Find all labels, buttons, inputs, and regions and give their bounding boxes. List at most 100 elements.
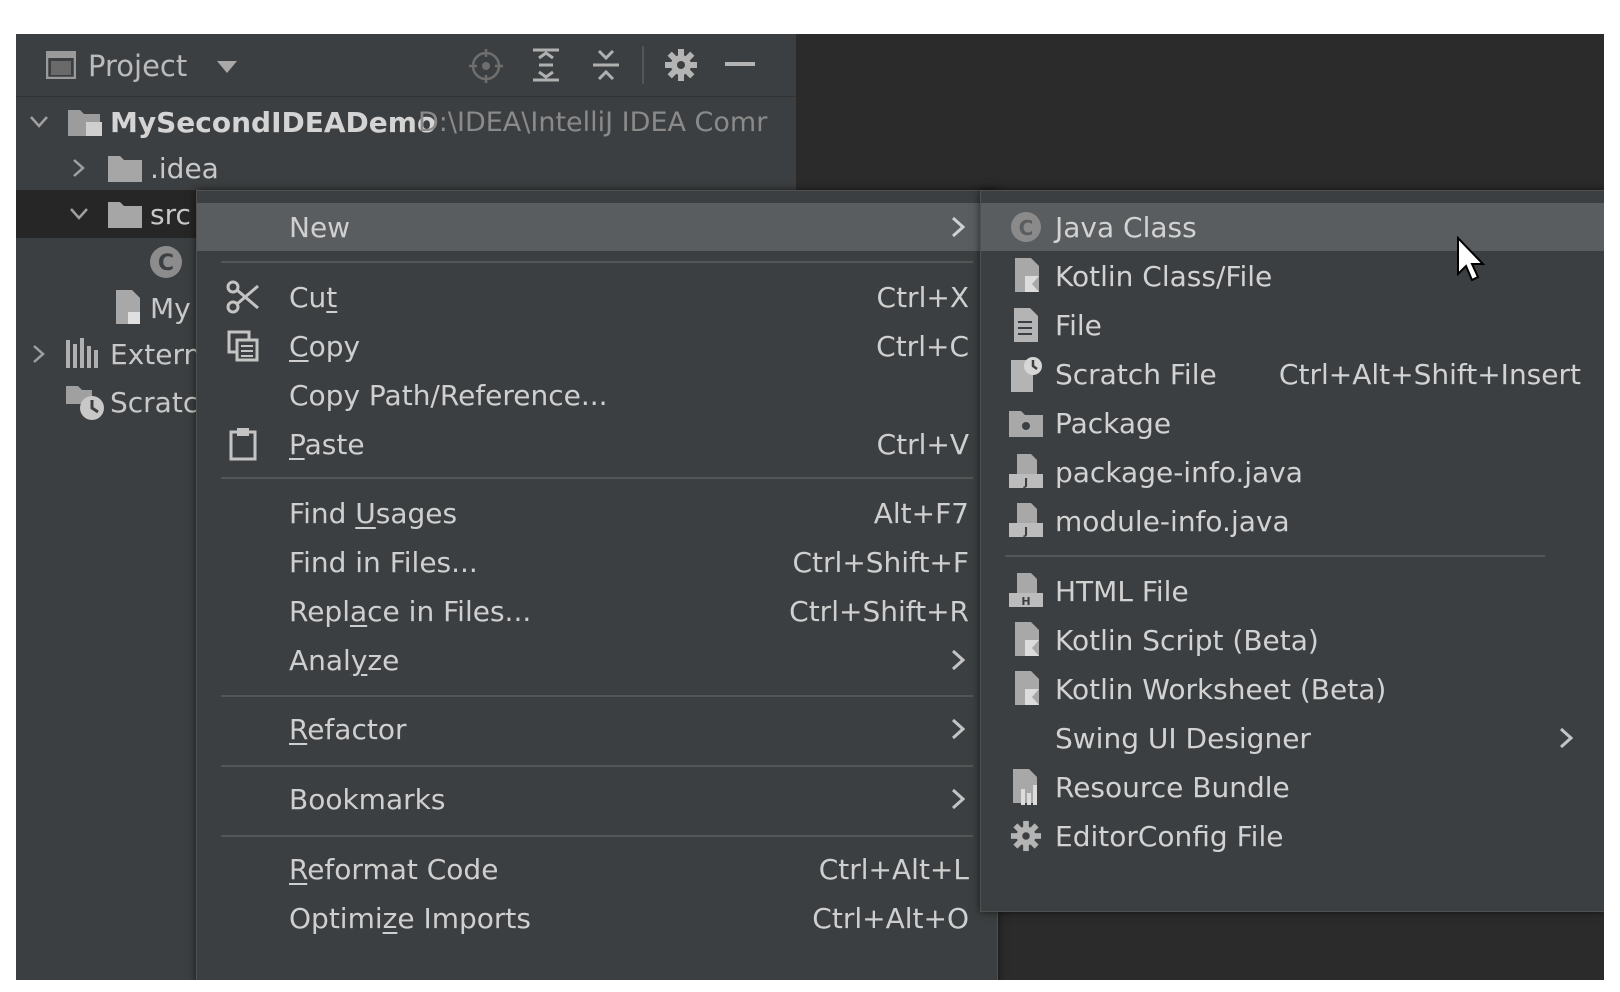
tree-label: My <box>150 291 191 325</box>
menu-shortcut: Ctrl+V <box>876 427 969 461</box>
menu-item-bookmarks[interactable]: Bookmarks <box>197 775 997 823</box>
chevron-right-icon <box>945 214 971 240</box>
collapse-all-icon[interactable] <box>588 46 624 84</box>
scissors-icon <box>225 279 261 315</box>
project-title[interactable]: Project <box>88 46 187 86</box>
menu-item-optimize-imports[interactable]: Optimize Imports Ctrl+Alt+O <box>197 894 997 942</box>
tree-label: src <box>150 197 191 231</box>
menu-item-find-in-files[interactable]: Find in Files... Ctrl+Shift+F <box>197 538 997 586</box>
expand-all-icon[interactable] <box>528 46 564 84</box>
menu-shortcut: Ctrl+Shift+R <box>789 594 969 628</box>
submenu-item-label: EditorConfig File <box>1055 819 1284 853</box>
tree-row-project-root[interactable]: MySecondIDEADemo D:\IDEA\IntelliJ IDEA C… <box>16 98 796 146</box>
minimize-icon[interactable] <box>722 52 758 78</box>
menu-item-label: New <box>289 210 351 244</box>
menu-item-paste[interactable]: Paste Ctrl+V <box>197 420 997 468</box>
chevron-down-icon[interactable] <box>64 199 94 229</box>
menu-item-analyze[interactable]: Analyze <box>197 636 997 684</box>
project-panel-header: Project <box>16 34 796 97</box>
submenu-item-kotlin-script[interactable]: Kotlin Script (Beta) <box>981 616 1604 664</box>
submenu-item-html-file[interactable]: H HTML File <box>981 567 1604 615</box>
submenu-item-package-info[interactable]: J package-info.java <box>981 448 1604 496</box>
submenu-item-scratch-file[interactable]: Scratch File Ctrl+Alt+Shift+Insert <box>981 350 1604 398</box>
tree-label: MySecondIDEADemo <box>110 105 437 139</box>
kotlin-worksheet-icon <box>1007 670 1045 708</box>
menu-separator <box>221 477 973 479</box>
submenu-item-kotlin-class[interactable]: Kotlin Class/File <box>981 252 1604 300</box>
submenu-item-label: Resource Bundle <box>1055 770 1290 804</box>
copy-icon <box>225 328 261 364</box>
tree-label: Extern <box>110 337 202 371</box>
submenu-item-file[interactable]: File <box>981 301 1604 349</box>
menu-item-label: Bookmarks <box>289 782 446 816</box>
submenu-separator <box>1005 555 1545 557</box>
menu-shortcut: Ctrl+Alt+L <box>818 852 969 886</box>
chevron-right-icon <box>945 786 971 812</box>
submenu-item-swing-ui-designer[interactable]: Swing UI Designer <box>981 714 1604 762</box>
submenu-item-resource-bundle[interactable]: Resource Bundle <box>981 763 1604 811</box>
ide-window: Project MySecondIDEADemo D:\IDEA\Intelli… <box>16 34 1604 980</box>
menu-separator <box>221 695 973 697</box>
module-folder-icon <box>68 106 104 145</box>
chevron-down-icon[interactable] <box>212 52 242 82</box>
menu-shortcut: Ctrl+Shift+F <box>792 545 970 579</box>
chevron-right-icon[interactable] <box>24 339 54 369</box>
menu-item-label: Find Usages <box>289 496 458 530</box>
menu-item-label: Copy Path/Reference... <box>289 378 608 412</box>
chevron-right-icon[interactable] <box>64 153 94 183</box>
chevron-right-icon <box>945 647 971 673</box>
submenu-item-label: package-info.java <box>1055 455 1303 489</box>
class-icon: C <box>148 244 184 287</box>
submenu-item-java-class[interactable]: C Java Class <box>981 203 1604 251</box>
folder-icon <box>108 154 142 189</box>
submenu-shortcut: Ctrl+Alt+Shift+Insert <box>1278 357 1581 391</box>
menu-shortcut: Ctrl+X <box>876 280 969 314</box>
java-file-icon: J <box>1007 453 1045 491</box>
menu-separator <box>221 261 973 263</box>
submenu-item-label: Swing UI Designer <box>1055 721 1311 755</box>
menu-item-label: Reformat Code <box>289 852 499 886</box>
context-menu: New Cut Ctrl+X Copy Ctrl+C Copy Path/Ref… <box>196 190 998 980</box>
chevron-right-icon <box>945 716 971 742</box>
project-view-icon[interactable] <box>44 48 78 82</box>
menu-item-label: Analyze <box>289 643 400 677</box>
menu-item-cut[interactable]: Cut Ctrl+X <box>197 273 997 321</box>
tree-row-idea[interactable]: .idea <box>16 144 796 192</box>
submenu-item-editorconfig[interactable]: EditorConfig File <box>981 812 1604 860</box>
chevron-down-icon[interactable] <box>24 107 54 137</box>
submenu-item-label: File <box>1055 308 1102 342</box>
menu-separator <box>221 765 973 767</box>
editorconfig-icon <box>1007 817 1045 855</box>
gear-icon[interactable] <box>662 46 700 84</box>
submenu-item-kotlin-worksheet[interactable]: Kotlin Worksheet (Beta) <box>981 665 1604 713</box>
menu-shortcut: Ctrl+C <box>876 329 969 363</box>
source-folder-icon <box>108 200 142 235</box>
file-icon <box>1007 306 1045 344</box>
menu-item-copy[interactable]: Copy Ctrl+C <box>197 322 997 370</box>
svg-text:J: J <box>1023 525 1028 538</box>
submenu-item-label: Scratch File <box>1055 357 1217 391</box>
submenu-item-package[interactable]: Package <box>981 399 1604 447</box>
submenu-item-label: Kotlin Script (Beta) <box>1055 623 1319 657</box>
menu-separator <box>221 835 973 837</box>
kotlin-file-icon <box>1007 257 1045 295</box>
menu-item-reformat-code[interactable]: Reformat Code Ctrl+Alt+L <box>197 845 997 893</box>
new-submenu: C Java Class Kotlin Class/File File Scra… <box>980 190 1604 912</box>
mouse-cursor-icon <box>1456 235 1486 284</box>
menu-item-refactor[interactable]: Refactor <box>197 705 997 753</box>
submenu-item-label: Package <box>1055 406 1172 440</box>
menu-shortcut: Ctrl+Alt+O <box>812 901 969 935</box>
submenu-item-label: Java Class <box>1055 210 1197 244</box>
svg-text:H: H <box>1021 595 1030 608</box>
menu-item-replace-in-files[interactable]: Replace in Files... Ctrl+Shift+R <box>197 587 997 635</box>
locate-icon[interactable] <box>468 48 504 84</box>
menu-item-copy-path[interactable]: Copy Path/Reference... <box>197 371 997 419</box>
submenu-item-module-info[interactable]: J module-info.java <box>981 497 1604 545</box>
submenu-item-label: module-info.java <box>1055 504 1290 538</box>
svg-text:J: J <box>1023 476 1028 489</box>
menu-item-find-usages[interactable]: Find Usages Alt+F7 <box>197 489 997 537</box>
scratch-file-icon <box>1007 355 1045 393</box>
menu-shortcut: Alt+F7 <box>873 496 969 530</box>
tree-path: D:\IDEA\IntelliJ IDEA Comr <box>418 106 768 138</box>
menu-item-new[interactable]: New <box>197 203 997 251</box>
